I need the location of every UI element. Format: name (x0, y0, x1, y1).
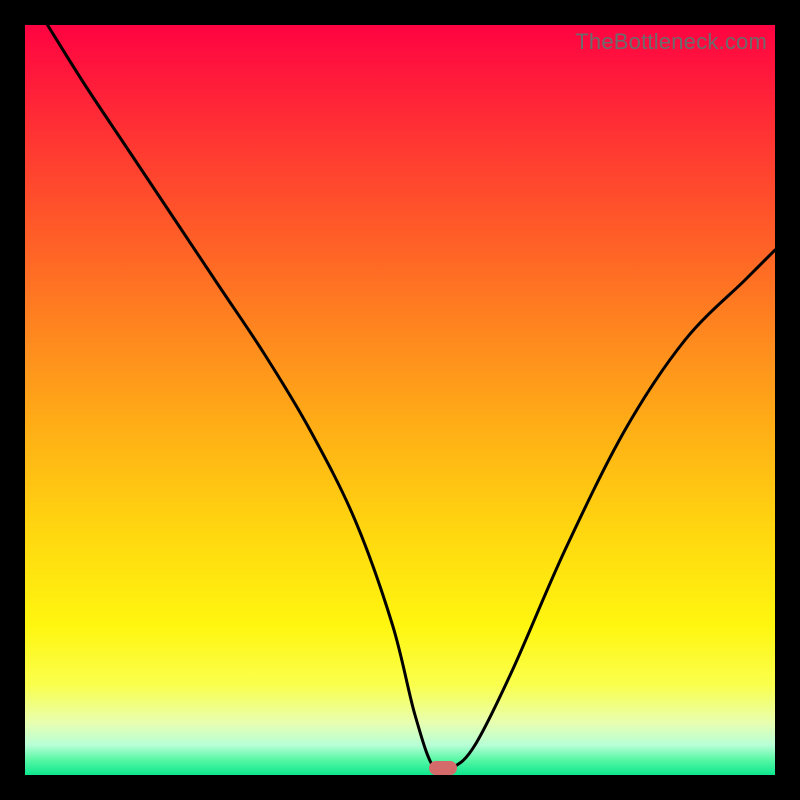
optimal-point-marker (429, 761, 457, 775)
plot-area: TheBottleneck.com (25, 25, 775, 775)
bottleneck-curve (25, 25, 775, 775)
watermark-text: TheBottleneck.com (575, 29, 767, 55)
chart-frame: TheBottleneck.com (0, 0, 800, 800)
